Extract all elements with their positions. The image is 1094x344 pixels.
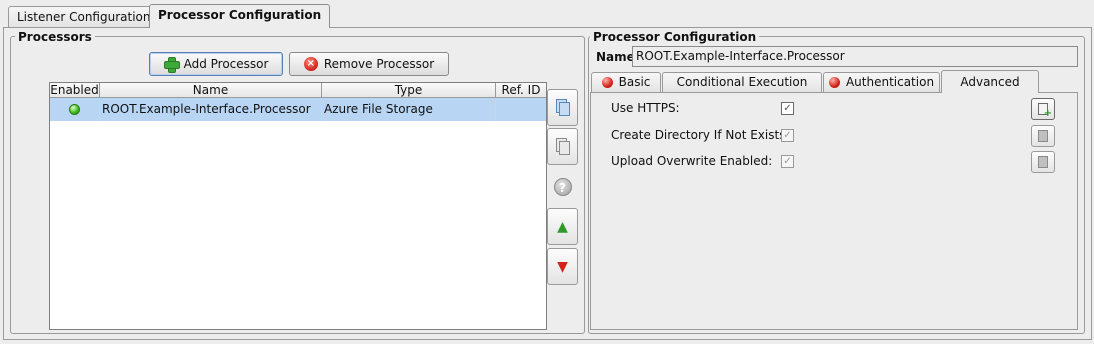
- add-processor-button[interactable]: Add Processor: [149, 52, 283, 76]
- move-down-button[interactable]: ▼: [547, 248, 578, 285]
- tab-conditional-execution[interactable]: Conditional Execution: [662, 72, 822, 92]
- paste-button[interactable]: [547, 128, 578, 165]
- tab-label: Processor Configuration: [158, 8, 322, 22]
- name-field[interactable]: ROOT.Example-Interface.Processor: [632, 46, 1078, 67]
- upload-overwrite-label: Upload Overwrite Enabled:: [611, 154, 773, 168]
- use-https-variable-button[interactable]: [1031, 98, 1055, 120]
- paste-icon: [555, 138, 570, 155]
- create-directory-checkbox[interactable]: ✓: [781, 129, 794, 142]
- arrow-down-icon: ▼: [557, 258, 568, 275]
- column-header-enabled[interactable]: Enabled: [50, 83, 100, 97]
- create-directory-label: Create Directory If Not Exists:: [611, 128, 790, 142]
- cell-name[interactable]: ROOT.Example-Interface.Processor: [100, 98, 322, 121]
- table-header: Enabled Name Type Ref. ID: [50, 83, 546, 98]
- move-up-button[interactable]: ▲: [547, 208, 578, 245]
- copy-button[interactable]: [547, 89, 578, 126]
- use-https-label: Use HTTPS:: [611, 101, 680, 115]
- tab-conditional-execution-label: Conditional Execution: [676, 75, 808, 89]
- cell-enabled[interactable]: [50, 98, 100, 121]
- remove-processor-label: Remove Processor: [323, 57, 435, 71]
- tab-authentication-label: Authentication: [845, 75, 935, 89]
- tab-label: Listener Configuration: [17, 10, 151, 24]
- variable-icon: [1038, 130, 1048, 142]
- column-header-type[interactable]: Type: [322, 83, 496, 97]
- column-header-ref-id[interactable]: Ref. ID: [496, 83, 546, 97]
- tab-basic[interactable]: Basic: [591, 72, 661, 92]
- tab-advanced[interactable]: Advanced: [941, 70, 1039, 93]
- create-directory-variable-button[interactable]: [1031, 125, 1055, 147]
- enabled-status-icon: [69, 104, 80, 115]
- add-variable-icon: [1038, 103, 1052, 119]
- use-https-checkbox[interactable]: ✓: [781, 102, 794, 115]
- variable-icon: [1038, 156, 1048, 168]
- tab-advanced-label: Advanced: [960, 74, 1020, 89]
- cell-type[interactable]: Azure File Storage: [322, 98, 496, 121]
- column-header-name[interactable]: Name: [100, 83, 322, 97]
- error-icon: [828, 77, 840, 88]
- copy-icon: [555, 99, 570, 116]
- tab-processor-configuration[interactable]: Processor Configuration: [149, 4, 331, 28]
- help-button[interactable]: ?: [547, 168, 578, 205]
- add-processor-label: Add Processor: [183, 57, 269, 71]
- error-icon: [601, 77, 613, 88]
- remove-icon: ×: [303, 57, 318, 71]
- arrow-up-icon: ▲: [557, 218, 568, 235]
- upload-overwrite-checkbox[interactable]: ✓: [781, 155, 794, 168]
- processors-table: Enabled Name Type Ref. ID ROOT.Example-I…: [49, 82, 547, 330]
- remove-processor-button[interactable]: × Remove Processor: [289, 52, 449, 76]
- table-row[interactable]: ROOT.Example-Interface.Processor Azure F…: [50, 98, 546, 121]
- upload-overwrite-variable-button[interactable]: [1031, 151, 1055, 173]
- add-icon: [163, 57, 180, 73]
- cell-ref-id[interactable]: [496, 98, 546, 121]
- tab-listener-configuration[interactable]: Listener Configuration: [8, 6, 160, 28]
- tab-basic-label: Basic: [618, 75, 651, 89]
- help-icon: ?: [553, 177, 572, 196]
- processor-configuration-title: Processor Configuration: [590, 30, 760, 44]
- tab-authentication[interactable]: Authentication: [823, 72, 940, 92]
- processors-group-title: Processors: [15, 30, 95, 44]
